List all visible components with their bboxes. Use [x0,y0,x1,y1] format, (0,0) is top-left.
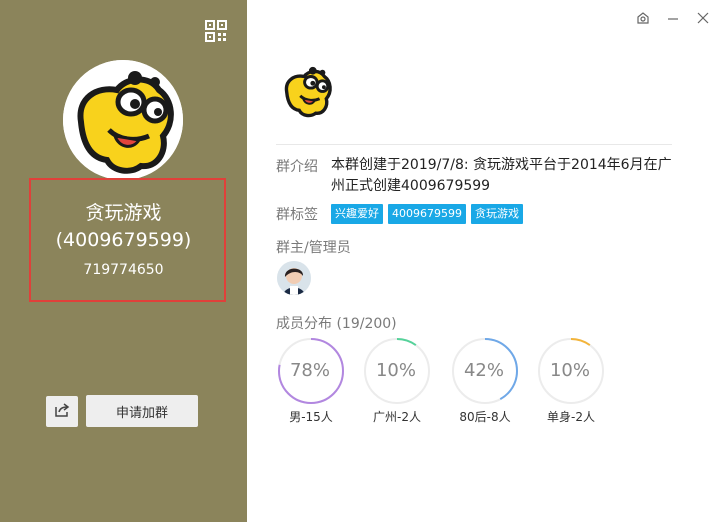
member-stat: 42% 80后-8人 [450,336,520,424]
group-avatar[interactable] [63,60,183,180]
group-logo [278,62,336,120]
stat-percent: 42% [463,360,504,381]
admins-label: 群主/管理员 [276,240,351,256]
member-stat: 10% 广州-2人 [362,336,432,424]
group-number: 719774650 [83,262,164,278]
join-group-button[interactable]: 申请加群 [86,395,198,427]
member-stat: 10% 单身-2人 [536,336,606,424]
group-name: 贪玩游戏 [85,202,162,224]
stat-percent: 10% [549,360,590,381]
close-icon[interactable] [694,9,712,27]
stat-caption: 单身-2人 [547,410,595,424]
minimize-icon[interactable] [664,9,682,27]
qr-code-icon[interactable] [205,20,227,42]
intro-label: 群介绍 [276,159,318,175]
stat-caption: 男-15人 [289,410,333,424]
tags-label: 群标签 [276,207,318,223]
stat-percent: 10% [375,360,416,381]
tag-item[interactable]: 兴趣爱好 [331,204,383,224]
stat-percent: 78% [289,360,330,381]
tag-item[interactable]: 4009679599 [388,204,466,224]
profile-panel: 贪玩游戏 (4009679599) 719774650 申请加群 [0,0,247,522]
admin-avatar[interactable] [277,261,311,295]
skin-icon[interactable] [634,9,652,27]
share-button[interactable] [46,396,78,427]
stat-caption: 80后-8人 [459,410,511,424]
members-label: 成员分布 (19/200) [276,316,397,332]
intro-text: 本群创建于2019/7/8: 贪玩游戏平台于2014年6月在广州正式创建4009… [331,157,672,194]
divider [276,144,672,145]
tag-item[interactable]: 贪玩游戏 [471,204,523,224]
stat-caption: 广州-2人 [373,410,421,424]
tag-list: 兴趣爱好 4009679599 贪玩游戏 [331,204,523,224]
share-icon [54,402,70,421]
member-stat: 78% 男-15人 [276,336,346,424]
group-id: (4009679599) [55,229,192,251]
